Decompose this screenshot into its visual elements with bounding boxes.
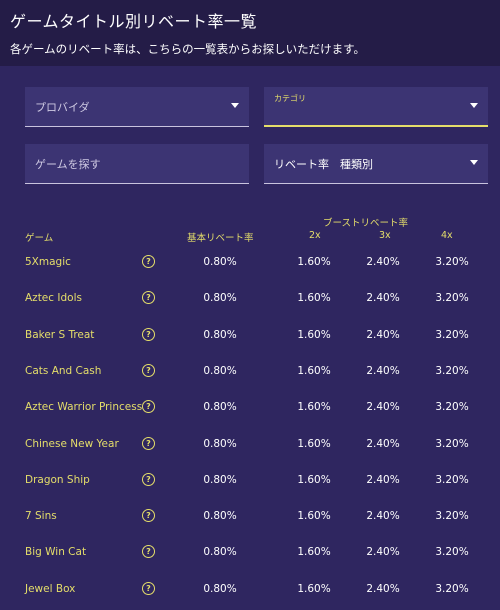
help-icon[interactable]: ? bbox=[142, 582, 155, 595]
rebate-cell-x4: 3.20% bbox=[435, 546, 469, 558]
provider-placeholder: プロバイダ bbox=[35, 101, 90, 114]
help-icon[interactable]: ? bbox=[142, 400, 155, 413]
help-icon[interactable]: ? bbox=[142, 291, 155, 304]
rebate-cell-x3: 2.40% bbox=[366, 292, 400, 304]
rebate-cell-x4: 3.20% bbox=[435, 292, 469, 304]
rebate-cell-x2: 1.60% bbox=[297, 438, 331, 450]
column-header-4x: 4x bbox=[441, 230, 453, 241]
rebate-cell-base: 0.80% bbox=[203, 365, 237, 377]
help-icon[interactable]: ? bbox=[142, 255, 155, 268]
rebate-cell-x2: 1.60% bbox=[297, 365, 331, 377]
category-select[interactable]: カテゴリ bbox=[264, 87, 488, 127]
rebate-cell-x4: 3.20% bbox=[435, 401, 469, 413]
rebate-cell-x2: 1.60% bbox=[297, 256, 331, 268]
game-name[interactable]: Chinese New Year bbox=[25, 438, 119, 450]
game-name[interactable]: 7 Sins bbox=[25, 510, 57, 522]
page-title: ゲームタイトル別リベート率一覧 bbox=[10, 12, 258, 31]
game-name[interactable]: Baker S Treat bbox=[25, 329, 94, 341]
column-header-game: ゲーム bbox=[25, 233, 54, 244]
rebate-cell-x3: 2.40% bbox=[366, 546, 400, 558]
help-icon[interactable]: ? bbox=[142, 437, 155, 450]
rebate-cell-x4: 3.20% bbox=[435, 474, 469, 486]
page-header: ゲームタイトル別リベート率一覧 各ゲームのリベート率は、こちらの一覧表からお探し… bbox=[0, 0, 500, 66]
rebate-cell-base: 0.80% bbox=[203, 510, 237, 522]
search-placeholder: ゲームを探す bbox=[35, 158, 101, 171]
rebate-cell-x4: 3.20% bbox=[435, 256, 469, 268]
game-search-input[interactable]: ゲームを探す bbox=[25, 144, 249, 184]
column-header-2x: 2x bbox=[309, 230, 321, 241]
rebate-cell-x4: 3.20% bbox=[435, 438, 469, 450]
category-label: カテゴリ bbox=[274, 94, 306, 103]
rebate-cell-x3: 2.40% bbox=[366, 510, 400, 522]
game-name[interactable]: Cats And Cash bbox=[25, 365, 101, 377]
rebate-cell-base: 0.80% bbox=[203, 438, 237, 450]
page-subtitle: 各ゲームのリベート率は、こちらの一覧表からお探しいただけます。 bbox=[10, 42, 366, 56]
rebate-cell-x2: 1.60% bbox=[297, 583, 331, 595]
help-icon[interactable]: ? bbox=[142, 364, 155, 377]
game-name[interactable]: Dragon Ship bbox=[25, 474, 90, 486]
rebate-cell-x3: 2.40% bbox=[366, 329, 400, 341]
help-icon[interactable]: ? bbox=[142, 328, 155, 341]
column-header-3x: 3x bbox=[379, 230, 391, 241]
rebate-cell-base: 0.80% bbox=[203, 292, 237, 304]
rebate-type-select[interactable]: リベート率 種類別 bbox=[264, 144, 488, 184]
rebate-cell-x3: 2.40% bbox=[366, 401, 400, 413]
rebate-cell-x2: 1.60% bbox=[297, 510, 331, 522]
rebate-cell-x4: 3.20% bbox=[435, 583, 469, 595]
rebate-cell-x3: 2.40% bbox=[366, 365, 400, 377]
rebate-cell-x4: 3.20% bbox=[435, 510, 469, 522]
provider-select[interactable]: プロバイダ bbox=[25, 87, 249, 127]
rebate-cell-base: 0.80% bbox=[203, 256, 237, 268]
rebate-cell-base: 0.80% bbox=[203, 401, 237, 413]
rebate-cell-base: 0.80% bbox=[203, 546, 237, 558]
rebate-cell-x2: 1.60% bbox=[297, 329, 331, 341]
rebate-cell-x4: 3.20% bbox=[435, 365, 469, 377]
rebate-cell-x2: 1.60% bbox=[297, 401, 331, 413]
rebate-cell-x3: 2.40% bbox=[366, 583, 400, 595]
game-name[interactable]: Aztec Idols bbox=[25, 292, 82, 304]
rebate-cell-x3: 2.40% bbox=[366, 256, 400, 268]
help-icon[interactable]: ? bbox=[142, 545, 155, 558]
help-icon[interactable]: ? bbox=[142, 473, 155, 486]
rebate-cell-x2: 1.60% bbox=[297, 292, 331, 304]
game-name[interactable]: Jewel Box bbox=[25, 583, 75, 595]
rebate-cell-x2: 1.60% bbox=[297, 546, 331, 558]
game-name[interactable]: Aztec Warrior Princess bbox=[25, 401, 142, 413]
rebate-cell-x3: 2.40% bbox=[366, 438, 400, 450]
game-name[interactable]: 5Xmagic bbox=[25, 256, 71, 268]
rebate-cell-base: 0.80% bbox=[203, 329, 237, 341]
column-header-base-rebate: 基本リベート率 bbox=[187, 233, 254, 244]
chevron-down-icon bbox=[470, 160, 478, 165]
rebate-type-value: リベート率 種類別 bbox=[274, 158, 373, 171]
rebate-cell-x3: 2.40% bbox=[366, 474, 400, 486]
chevron-down-icon bbox=[231, 103, 239, 108]
rebate-panel: プロバイダ カテゴリ ゲームを探す リベート率 種類別 ブーストリベート率 ゲー… bbox=[0, 66, 500, 610]
rebate-cell-base: 0.80% bbox=[203, 583, 237, 595]
boost-rebate-header: ブーストリベート率 bbox=[323, 218, 409, 229]
rebate-cell-x4: 3.20% bbox=[435, 329, 469, 341]
rebate-cell-x2: 1.60% bbox=[297, 474, 331, 486]
rebate-cell-base: 0.80% bbox=[203, 474, 237, 486]
chevron-down-icon bbox=[470, 103, 478, 108]
help-icon[interactable]: ? bbox=[142, 509, 155, 522]
game-name[interactable]: Big Win Cat bbox=[25, 546, 86, 558]
